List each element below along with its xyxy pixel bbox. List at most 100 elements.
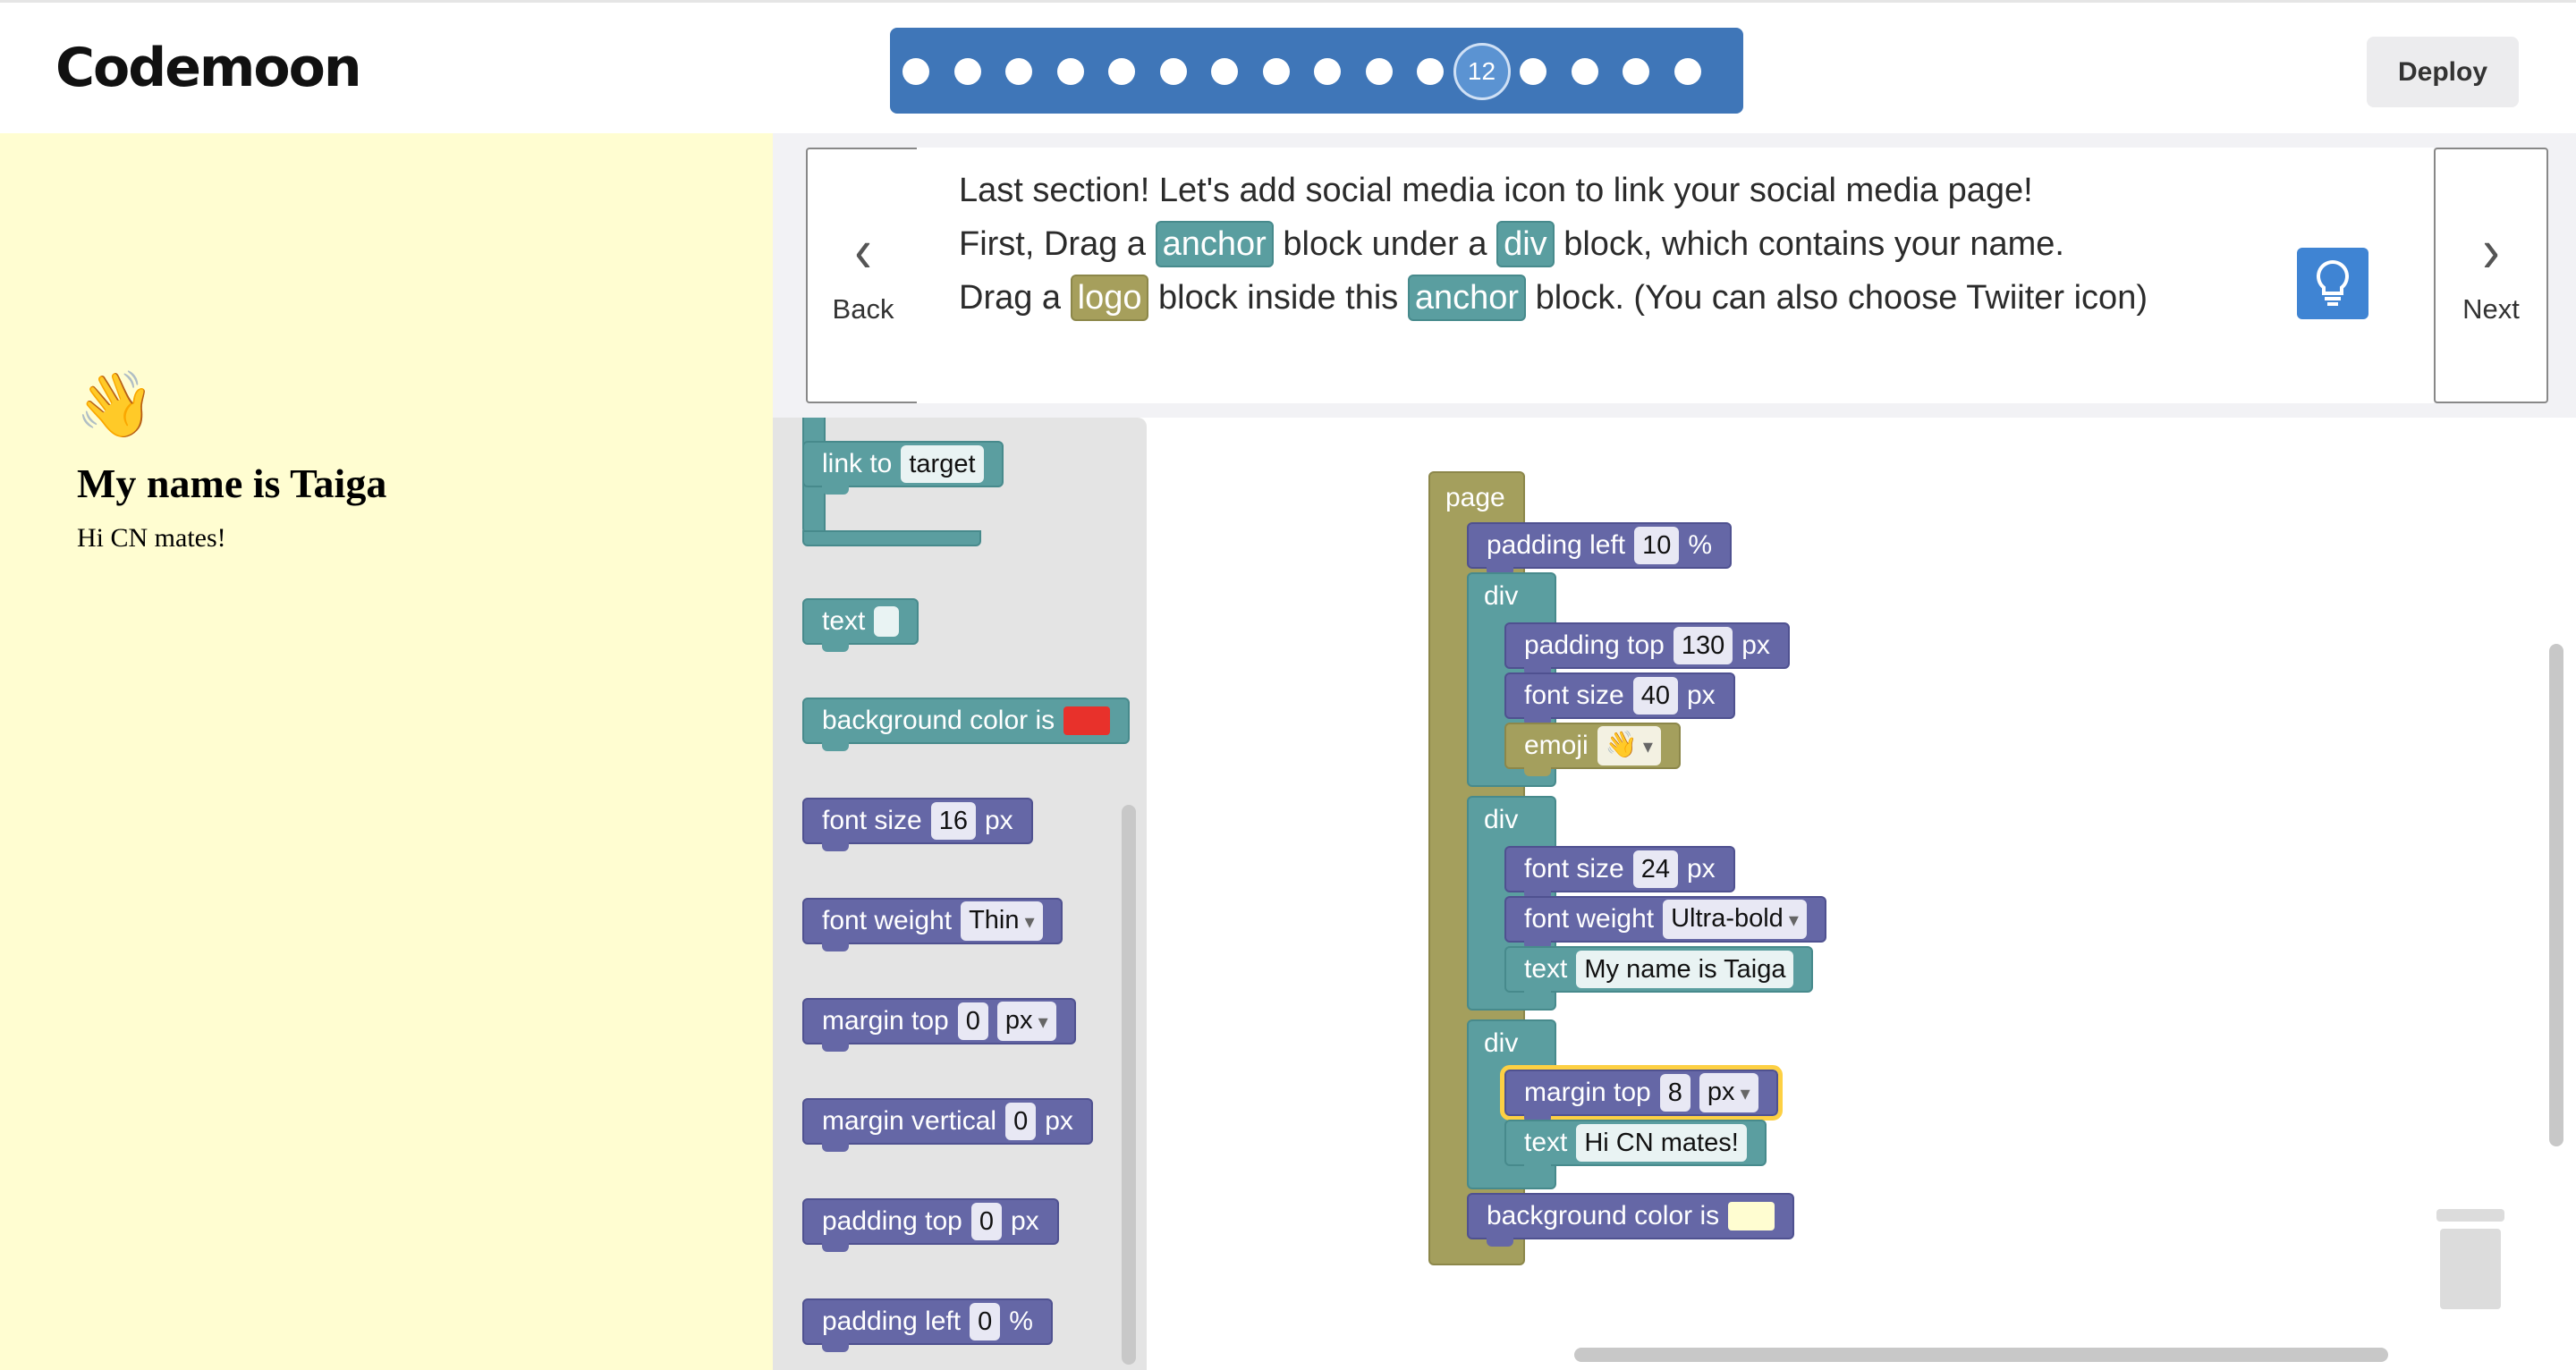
- font-weight-label: font weight: [822, 906, 953, 935]
- progress-step-14[interactable]: [1571, 58, 1598, 85]
- progress-step-5[interactable]: [1108, 58, 1135, 85]
- text: First, Drag a: [959, 225, 1156, 263]
- program-font-size-block-2[interactable]: font size 24 px: [1504, 846, 1735, 900]
- top-bar: Codemoon 12 Deploy: [0, 0, 2576, 133]
- progress-step-6[interactable]: [1159, 58, 1187, 85]
- text-field[interactable]: My name is Taiga: [1576, 951, 1794, 988]
- unit: %: [1688, 530, 1713, 560]
- value-field[interactable]: 8: [1659, 1074, 1690, 1112]
- margin-top-label: margin top: [822, 1006, 949, 1036]
- chevron-left-icon: ‹: [854, 216, 872, 286]
- flyout-scrollbar[interactable]: [1122, 805, 1136, 1365]
- progress-step-1[interactable]: [902, 58, 929, 85]
- trash-icon[interactable]: [2436, 1209, 2504, 1309]
- progress-step-3[interactable]: [1005, 58, 1032, 85]
- preview-name: My name is Taiga: [77, 461, 387, 506]
- trash-lid: [2436, 1209, 2504, 1222]
- color-swatch[interactable]: [1728, 1202, 1775, 1230]
- app-logo[interactable]: Codemoon: [55, 37, 362, 99]
- program-padding-left-block[interactable]: padding left 10 %: [1467, 522, 1733, 576]
- lightbulb-icon: [2317, 259, 2349, 306]
- progress-step-13[interactable]: [1520, 58, 1546, 85]
- padding-top-label: padding top: [822, 1206, 962, 1236]
- unit: px: [1687, 681, 1716, 710]
- anchor-link-label: link to: [822, 449, 893, 478]
- program-font-size-block[interactable]: font size 40 px: [1504, 672, 1735, 726]
- program-padding-top-block[interactable]: padding top 130 px: [1504, 622, 1790, 676]
- next-label: Next: [2462, 293, 2520, 325]
- text-block-field[interactable]: [874, 606, 900, 637]
- deploy-button[interactable]: Deploy: [2367, 37, 2519, 107]
- next-button[interactable]: › Next: [2434, 148, 2548, 403]
- progress-step-15[interactable]: [1623, 58, 1649, 85]
- program-emoji-block[interactable]: emoji 👋: [1504, 723, 1681, 776]
- instruction-line-3: Drag a logo block inside this anchor blo…: [959, 271, 2148, 325]
- text-field[interactable]: Hi CN mates!: [1576, 1124, 1747, 1162]
- back-label: Back: [832, 293, 894, 325]
- progress-step-10[interactable]: [1365, 58, 1393, 85]
- hint-button[interactable]: [2297, 248, 2368, 319]
- progress-step-11[interactable]: [1417, 58, 1444, 85]
- padding-left-field[interactable]: 0: [970, 1303, 1001, 1340]
- progress-step-4[interactable]: [1056, 58, 1084, 85]
- font-weight-block[interactable]: font weight Thin: [802, 898, 1063, 951]
- anchor-tag: anchor: [1155, 221, 1274, 267]
- value-field[interactable]: 40: [1632, 677, 1678, 715]
- program-font-weight-block[interactable]: font weight Ultra-bold: [1504, 896, 1826, 950]
- label: font size: [1524, 854, 1624, 884]
- instruction-line-2: First, Drag a anchor block under a div b…: [959, 217, 2148, 271]
- font-weight-dropdown[interactable]: Thin: [961, 901, 1043, 941]
- progress-step-2[interactable]: [953, 58, 981, 85]
- value-field[interactable]: 10: [1634, 527, 1680, 564]
- value-field[interactable]: 130: [1673, 627, 1733, 664]
- font-size-field[interactable]: 16: [930, 802, 976, 840]
- progress-step-16[interactable]: [1674, 58, 1701, 85]
- padding-left-block[interactable]: padding left 0 %: [802, 1298, 1053, 1352]
- margin-top-field[interactable]: 0: [957, 1002, 988, 1040]
- margin-vertical-field[interactable]: 0: [1005, 1103, 1037, 1140]
- progress-step-7[interactable]: [1211, 58, 1238, 85]
- font-size-block[interactable]: font size 16 px: [802, 798, 1033, 851]
- chevron-right-icon: ›: [2482, 216, 2500, 286]
- anchor-target-field[interactable]: target: [901, 445, 984, 483]
- anchor-block[interactable]: link to target: [802, 441, 1004, 495]
- preview-emoji: 👋: [75, 369, 156, 441]
- text: block, which contains your name.: [1554, 225, 2064, 263]
- text: block inside this: [1148, 279, 1408, 317]
- emoji-dropdown[interactable]: 👋: [1597, 726, 1661, 765]
- text: block under a: [1273, 225, 1497, 263]
- text-block[interactable]: text: [802, 598, 919, 652]
- padding-left-unit: %: [1009, 1307, 1033, 1336]
- program-text-block-name[interactable]: text My name is Taiga: [1504, 946, 1814, 1000]
- margin-top-unit-dropdown[interactable]: px: [996, 1002, 1056, 1041]
- background-color-block[interactable]: background color is: [802, 698, 1131, 751]
- margin-vertical-block[interactable]: margin vertical 0 px: [802, 1098, 1093, 1152]
- back-button[interactable]: ‹ Back: [806, 148, 920, 403]
- color-swatch[interactable]: [1063, 706, 1111, 735]
- program-margin-top-block[interactable]: margin top 8 px: [1500, 1065, 1783, 1123]
- program-text-block-subtitle[interactable]: text Hi CN mates!: [1504, 1120, 1767, 1173]
- label: text: [1524, 1128, 1568, 1157]
- label: background color is: [1487, 1201, 1720, 1230]
- progress-step-12[interactable]: 12: [1453, 43, 1511, 100]
- text-block-label: text: [822, 606, 866, 636]
- padding-top-field[interactable]: 0: [970, 1203, 1002, 1240]
- margin-vertical-unit: px: [1045, 1106, 1073, 1136]
- margin-top-block[interactable]: margin top 0 px: [802, 998, 1076, 1052]
- background-color-label: background color is: [822, 706, 1055, 735]
- progress-bar: 12: [890, 28, 1743, 114]
- label: emoji: [1524, 731, 1589, 760]
- unit-dropdown[interactable]: px: [1699, 1073, 1758, 1112]
- instruction-line-1: Last section! Let's add social media ico…: [959, 172, 2033, 209]
- preview-subtitle: Hi CN mates!: [77, 523, 226, 553]
- font-size-label: font size: [822, 806, 922, 835]
- padding-top-block[interactable]: padding top 0 px: [802, 1198, 1059, 1252]
- program-background-color-block[interactable]: background color is: [1467, 1193, 1795, 1247]
- progress-step-9[interactable]: [1314, 58, 1341, 85]
- value-field[interactable]: 24: [1632, 850, 1678, 888]
- font-weight-dropdown[interactable]: Ultra-bold: [1663, 900, 1807, 939]
- workspace-vertical-scrollbar[interactable]: [2549, 644, 2563, 1146]
- workspace-horizontal-scrollbar[interactable]: [1574, 1348, 2388, 1362]
- progress-step-8[interactable]: [1262, 58, 1290, 85]
- preview-pane: 👋 My name is Taiga Hi CN mates!: [0, 133, 773, 1370]
